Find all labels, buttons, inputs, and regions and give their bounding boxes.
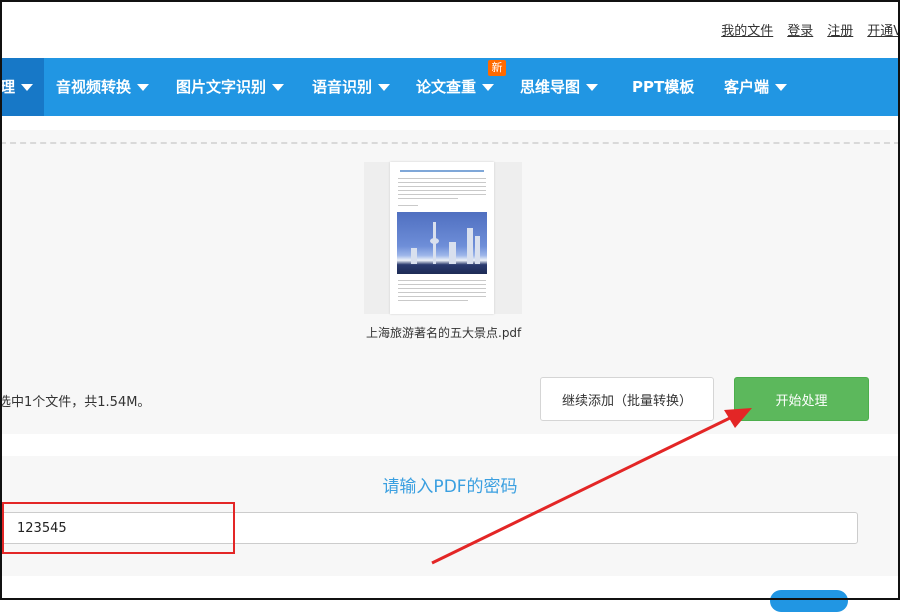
nav-label: 理 bbox=[0, 78, 16, 96]
nav-item-client[interactable]: 客户端 bbox=[724, 58, 788, 116]
password-title: 请输入PDF的密码 bbox=[382, 477, 518, 497]
dashed-divider bbox=[0, 142, 900, 144]
nav-item-plagiarism-check[interactable]: 论文查重 bbox=[416, 58, 495, 116]
city-skyline-image bbox=[397, 212, 487, 274]
nav-item-image-ocr[interactable]: 图片文字识别 bbox=[176, 58, 285, 116]
partial-blue-button[interactable] bbox=[770, 590, 848, 612]
nav-label: 语音识别 bbox=[312, 78, 373, 96]
chevron-down-icon bbox=[137, 84, 150, 91]
new-badge: 新 bbox=[488, 60, 506, 76]
top-bar: 我的文件 登录 注册 开通VI bbox=[0, 0, 900, 58]
nav-label: PPT模板 bbox=[632, 78, 695, 96]
chevron-down-icon bbox=[378, 84, 391, 91]
chevron-down-icon bbox=[775, 84, 788, 91]
my-files-link[interactable]: 我的文件 bbox=[721, 20, 773, 39]
nav-item-document[interactable]: 理 bbox=[0, 58, 44, 116]
nav-item-audio-video[interactable]: 音视频转换 bbox=[56, 58, 150, 116]
add-more-button[interactable]: 继续添加（批量转换） bbox=[540, 377, 714, 421]
login-link[interactable]: 登录 bbox=[787, 20, 813, 39]
main-nav: 理 音视频转换 图片文字识别 语音识别 论文查重 思维导图 PPT模板 客户端 bbox=[0, 58, 900, 116]
chevron-down-icon bbox=[586, 84, 599, 91]
nav-label: 音视频转换 bbox=[56, 78, 132, 96]
nav-item-mind-map[interactable]: 思维导图 bbox=[520, 58, 599, 116]
nav-item-speech-recognition[interactable]: 语音识别 bbox=[312, 58, 391, 116]
nav-label: 图片文字识别 bbox=[176, 78, 267, 96]
nav-label: 论文查重 bbox=[416, 78, 477, 96]
nav-label: 客户端 bbox=[724, 78, 770, 96]
open-vip-link[interactable]: 开通VI bbox=[867, 20, 900, 39]
nav-item-ppt-templates[interactable]: PPT模板 bbox=[632, 58, 694, 116]
chevron-down-icon bbox=[272, 84, 285, 91]
nav-label: 思维导图 bbox=[520, 78, 581, 96]
selection-status: 选中1个文件，共1.54M。 bbox=[0, 395, 151, 410]
chevron-down-icon bbox=[482, 84, 495, 91]
register-link[interactable]: 注册 bbox=[827, 20, 853, 39]
file-name: 上海旅游著名的五大景点.pdf bbox=[366, 326, 522, 340]
annotation-highlight-box bbox=[2, 502, 235, 554]
chevron-down-icon bbox=[21, 84, 34, 91]
top-links: 我的文件 登录 注册 开通VI bbox=[721, 20, 900, 39]
pdf-thumbnail bbox=[390, 162, 494, 314]
start-processing-button[interactable]: 开始处理 bbox=[734, 377, 869, 421]
